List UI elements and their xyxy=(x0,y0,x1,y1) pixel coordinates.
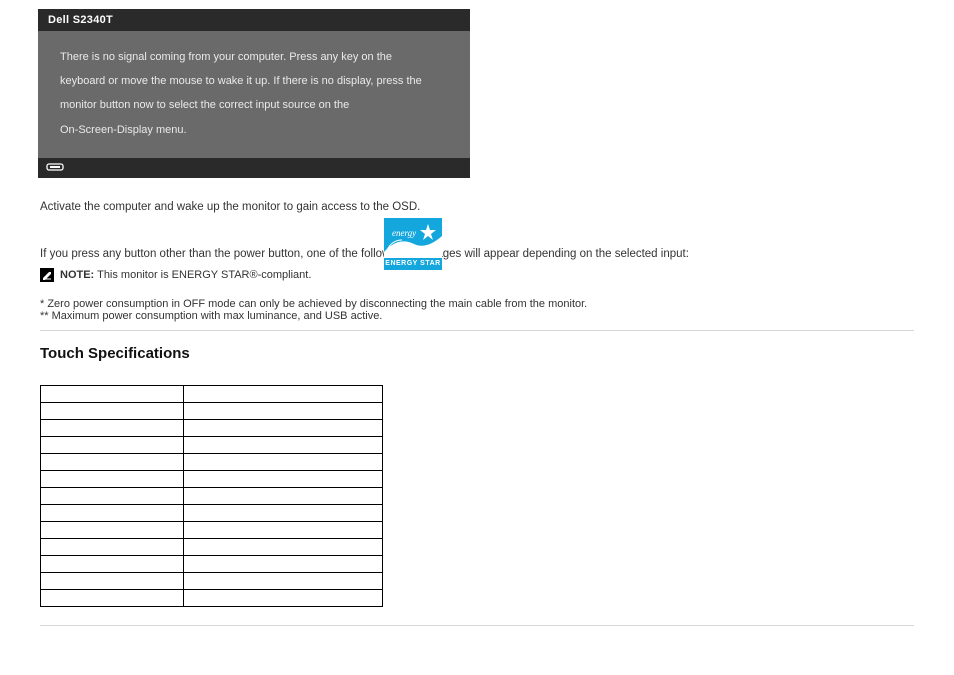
note-body: This monitor is ENERGY STAR®-compliant. xyxy=(97,269,311,281)
caveat-text: * Zero power consumption in OFF mode can… xyxy=(40,298,587,322)
table-header xyxy=(184,386,383,403)
osd-line: monitor button now to select the correct… xyxy=(60,93,448,117)
table-cell xyxy=(184,573,383,590)
table-cell xyxy=(41,522,184,539)
svg-text:energy: energy xyxy=(392,228,416,238)
table-row xyxy=(41,437,383,454)
table-cell xyxy=(184,488,383,505)
osd-line: On-Screen-Display menu. xyxy=(60,118,448,142)
power-management-text: Activate the computer and wake up the mo… xyxy=(40,198,910,216)
table-row xyxy=(41,471,383,488)
table-cell xyxy=(41,437,184,454)
table-cell xyxy=(184,471,383,488)
table-row xyxy=(41,573,383,590)
table-cell xyxy=(184,420,383,437)
energy-star-icon: energy xyxy=(384,218,442,258)
table-row xyxy=(41,454,383,471)
table-row xyxy=(41,488,383,505)
pin-assignments-table xyxy=(40,385,383,607)
table-row xyxy=(41,539,383,556)
caveat-line: * Zero power consumption in OFF mode can… xyxy=(40,298,587,310)
table-cell xyxy=(41,539,184,556)
energy-star-lead: If you press any button other than the p… xyxy=(40,248,920,260)
divider xyxy=(40,330,914,331)
table-header xyxy=(41,386,184,403)
table-row xyxy=(41,590,383,607)
table-cell xyxy=(41,454,184,471)
note-text: NOTE: This monitor is ENERGY STAR®-compl… xyxy=(60,268,311,283)
table-cell xyxy=(41,488,184,505)
table-row xyxy=(41,505,383,522)
table-header-row xyxy=(41,386,383,403)
table-cell xyxy=(184,437,383,454)
table-cell xyxy=(184,505,383,522)
table-cell xyxy=(184,539,383,556)
osd-footer xyxy=(38,158,470,178)
displayport-icon xyxy=(46,162,462,172)
osd-message: There is no signal coming from your comp… xyxy=(38,31,470,158)
table-cell xyxy=(41,573,184,590)
osd-title: Dell S2340T xyxy=(38,9,470,31)
table-cell xyxy=(41,590,184,607)
osd-line: keyboard or move the mouse to wake it up… xyxy=(60,69,448,93)
divider xyxy=(40,625,914,626)
table-cell xyxy=(41,556,184,573)
table-cell xyxy=(184,556,383,573)
note-row: NOTE: This monitor is ENERGY STAR®-compl… xyxy=(40,268,920,283)
energy-star-logo: energy ENERGY STAR xyxy=(384,218,442,270)
osd-dialog: Dell S2340T There is no signal coming fr… xyxy=(38,9,470,178)
table-cell xyxy=(41,471,184,488)
table-cell xyxy=(41,420,184,437)
table-cell xyxy=(184,522,383,539)
osd-line: There is no signal coming from your comp… xyxy=(60,45,448,69)
table-row xyxy=(41,522,383,539)
table-cell xyxy=(184,590,383,607)
caveat-line: ** Maximum power consumption with max lu… xyxy=(40,310,587,322)
table-cell xyxy=(41,403,184,420)
note-icon xyxy=(40,268,54,282)
table-cell xyxy=(184,454,383,471)
section-heading: Touch Specifications xyxy=(40,345,190,362)
table-cell xyxy=(41,505,184,522)
note-label: NOTE: xyxy=(60,269,94,281)
table-row xyxy=(41,420,383,437)
table-row xyxy=(41,556,383,573)
table-cell xyxy=(184,403,383,420)
table-row xyxy=(41,403,383,420)
